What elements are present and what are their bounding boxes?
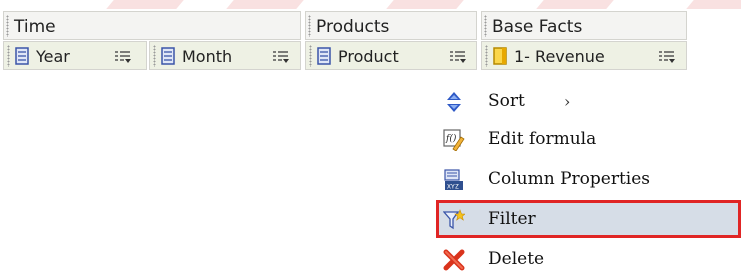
menu-item-label: Filter [488, 209, 536, 229]
group-header-time[interactable]: Time [3, 11, 301, 40]
column-label: Product [338, 47, 399, 66]
attribute-column-icon [161, 47, 175, 65]
group-header-products[interactable]: Products [305, 11, 477, 40]
filter-icon [443, 209, 465, 230]
delete-icon [443, 249, 465, 271]
column-header-year[interactable]: Year [3, 41, 147, 70]
drag-grip-icon[interactable] [485, 45, 488, 67]
top-decorative-band [0, 0, 741, 10]
group-title: Time [14, 17, 56, 37]
menu-item-label: Column Properties [488, 169, 651, 189]
attribute-column-icon [317, 47, 331, 65]
column-label: Year [36, 47, 70, 66]
edit-formula-icon: f() [443, 129, 465, 151]
sort-icon [447, 92, 461, 112]
menu-item-label: Delete [488, 249, 545, 269]
column-label: 1- Revenue [514, 47, 605, 66]
menu-item-label: Sort [488, 91, 525, 111]
attribute-column-icon [15, 47, 29, 65]
group-header-base-facts[interactable]: Base Facts [481, 11, 687, 40]
drag-grip-icon[interactable] [7, 45, 10, 67]
drag-grip-icon[interactable] [6, 15, 9, 37]
column-header-revenue[interactable]: 1- Revenue [481, 41, 687, 70]
drag-grip-icon[interactable] [484, 15, 487, 37]
svg-text:XYZ: XYZ [447, 183, 459, 191]
svg-text:f(): f() [445, 133, 457, 144]
menu-item-delete[interactable]: Delete [436, 240, 741, 278]
column-menu-icon[interactable] [272, 50, 290, 64]
group-title: Base Facts [492, 17, 583, 37]
menu-item-label: Edit formula [488, 129, 597, 149]
column-menu-icon[interactable] [114, 50, 132, 64]
column-header-product[interactable]: Product [305, 41, 477, 70]
drag-grip-icon[interactable] [308, 15, 311, 37]
column-properties-icon: XYZ [444, 169, 463, 191]
menu-item-edit-formula[interactable]: f() Edit formula [436, 120, 741, 158]
column-menu-icon[interactable] [658, 50, 676, 64]
submenu-arrow-icon: › [564, 92, 571, 111]
menu-item-column-properties[interactable]: XYZ Column Properties [436, 160, 741, 198]
column-label: Month [182, 47, 233, 66]
drag-grip-icon[interactable] [309, 45, 312, 67]
column-menu-icon[interactable] [449, 50, 467, 64]
column-context-menu: Sort › f() Edit formula XYZ Column Prope… [436, 82, 741, 280]
group-title: Products [316, 17, 390, 37]
measure-column-icon [493, 47, 507, 65]
column-header-month[interactable]: Month [149, 41, 301, 70]
menu-item-sort[interactable]: Sort › [436, 82, 741, 120]
drag-grip-icon[interactable] [153, 45, 156, 67]
menu-item-filter[interactable]: Filter [436, 200, 741, 238]
